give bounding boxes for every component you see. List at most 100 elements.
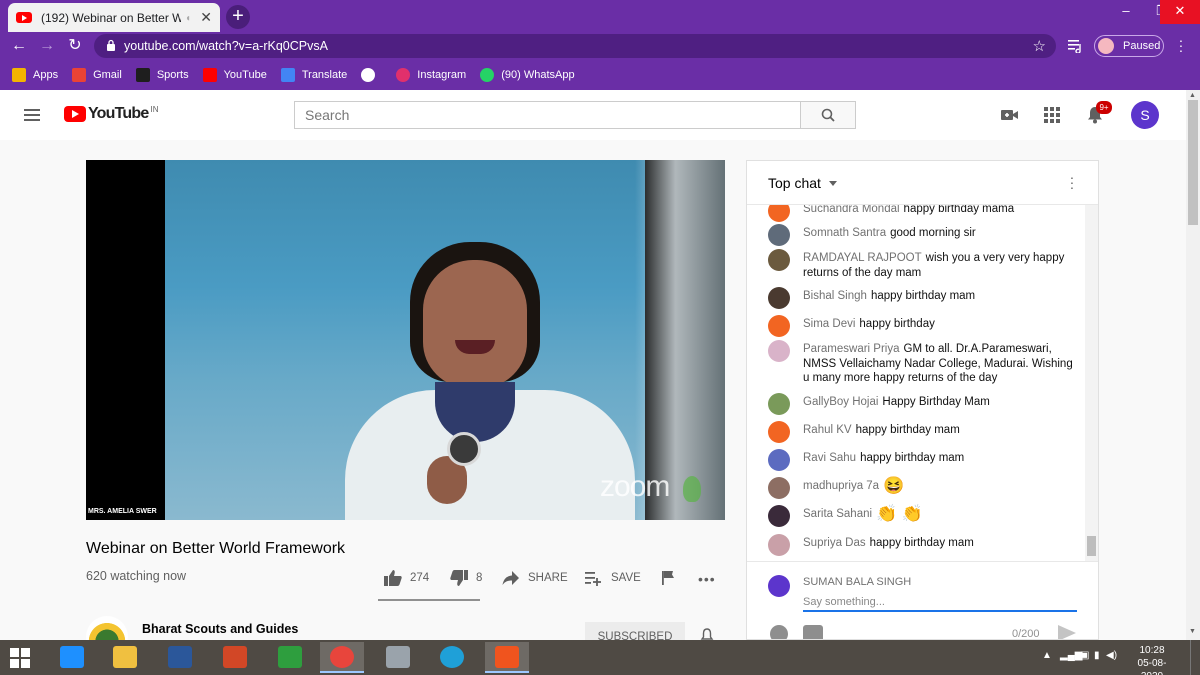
chat-scrollbar-thumb[interactable] [1087,536,1096,556]
scroll-up-icon[interactable]: ▲ [1189,92,1196,99]
chat-author-name[interactable]: Suchandra Mondal [803,205,900,215]
chat-author-avatar[interactable] [768,534,790,556]
taskbar-app[interactable] [50,642,94,673]
create-video-icon[interactable] [1000,105,1020,125]
taskbar-app[interactable] [268,642,312,673]
chat-author-avatar[interactable] [768,205,790,222]
send-icon[interactable] [1058,625,1076,639]
save-label: SAVE [611,572,641,584]
show-desktop-button[interactable] [1190,640,1200,675]
chat-author-avatar[interactable] [768,287,790,309]
chat-message-text: Happy Birthday Mam [882,396,990,408]
chat-author-name[interactable]: Ravi Sahu [803,452,856,464]
taskbar-app[interactable] [103,642,147,673]
tab-close-icon[interactable]: ✕ [200,9,212,26]
chat-author-avatar[interactable] [768,224,790,246]
video-player[interactable]: MRS. AMELIA SWER zoom [86,160,725,520]
emoji-picker-icon[interactable] [770,625,788,639]
page-scrollbar-thumb[interactable] [1188,100,1198,225]
taskbar-app[interactable] [320,642,364,673]
chat-author-name[interactable]: Somnath Santra [803,227,886,239]
report-button[interactable] [660,570,686,586]
system-clock[interactable]: 10:28 05-08-2020 [1127,644,1177,675]
reload-icon[interactable]: ↻ [64,35,86,57]
chat-options-icon[interactable]: · · · [1069,170,1075,194]
profile-paused-button[interactable]: Paused [1094,35,1164,57]
bookmark-youtube[interactable]: YouTube [202,68,267,82]
back-icon[interactable]: ← [8,35,30,57]
chat-author-name[interactable]: Parameswari Priya [803,343,900,355]
windows-start-icon[interactable] [10,648,30,668]
media-queue-icon[interactable] [1068,39,1084,53]
chat-author-name[interactable]: Supriya Das [803,537,866,549]
share-button[interactable]: SHARE [502,570,568,586]
browser-menu-icon[interactable]: · · · [1175,33,1187,57]
tray-app-icon[interactable]: ▣ [1080,650,1089,661]
search-box [294,101,800,129]
bookmark-instagram[interactable]: Instagram [396,68,466,82]
search-button[interactable] [800,101,856,129]
chat-author-avatar[interactable] [768,505,790,527]
chat-input[interactable] [803,593,1077,611]
dropdown-caret-icon[interactable] [829,181,837,186]
super-chat-icon[interactable] [803,625,823,639]
chat-author-avatar[interactable] [768,421,790,443]
chat-author-name[interactable]: Bishal Singh [803,290,867,302]
chat-author-avatar[interactable] [768,477,790,499]
bookmark-star-icon[interactable]: ☆ [1033,37,1046,55]
chat-author-avatar[interactable] [768,315,790,337]
chat-author-name[interactable]: RAMDAYAL RAJPOOT [803,252,922,264]
windows-taskbar: ▲ ▂▄▆ ▣ ▮ ◀) 10:28 05-08-2020 [0,640,1200,675]
bookmark-apps[interactable]: Apps [12,68,58,82]
taskbar-app[interactable] [485,642,529,673]
chat-author-name[interactable]: Sarita Sahani [803,508,872,520]
bookmark-gmail[interactable]: Gmail [72,68,122,82]
chat-author-avatar[interactable] [768,340,790,362]
bookmark-globe[interactable] [361,68,382,82]
chat-composer: SUMAN BALA SINGH 0/200 [747,561,1098,639]
chat-author-name[interactable]: Sima Devi [803,318,855,330]
battery-icon[interactable]: ▮ [1094,650,1100,661]
file-explorer-icon [113,646,137,668]
new-tab-button[interactable]: + [226,5,250,29]
channel-name[interactable]: Bharat Scouts and Guides [142,622,298,636]
forward-icon[interactable]: → [36,35,58,57]
save-button[interactable]: SAVE [585,570,641,586]
chat-author-avatar[interactable] [768,449,790,471]
scout-logo-watermark [683,476,701,502]
chat-scrollbar[interactable] [1085,205,1098,561]
chat-author-avatar[interactable] [768,393,790,415]
volume-icon[interactable]: ◀) [1106,650,1117,661]
tray-overflow-icon[interactable]: ▲ [1042,650,1052,661]
chat-author-name[interactable]: GallyBoy Hojai [803,396,878,408]
account-avatar[interactable]: S [1131,101,1159,129]
chat-author-name[interactable]: madhupriya 7a [803,480,879,492]
chat-author-avatar[interactable] [768,249,790,271]
youtube-logo[interactable]: YouTube IN [64,105,158,123]
minimize-icon[interactable]: – [1108,0,1144,24]
close-window-icon[interactable]: ✕ [1160,0,1200,24]
page-scrollbar[interactable]: ▲ ▼ [1186,90,1200,640]
tab-audio-icon[interactable]: ◖ [185,13,197,24]
taskbar-app[interactable] [430,642,474,673]
address-bar[interactable]: youtube.com/watch?v=a-rKq0CPvsA ☆ [94,34,1056,58]
like-button[interactable]: 274 [384,570,429,586]
taskbar-app[interactable] [213,642,257,673]
dislike-button[interactable]: 8 [450,570,482,586]
bookmark-translate[interactable]: Translate [280,68,347,82]
hamburger-menu-icon[interactable] [24,109,40,121]
taskbar-app[interactable] [376,642,420,673]
whatsapp-icon [480,68,495,82]
search-input[interactable] [295,102,800,128]
live-chat-header: Top chat · · · [747,161,1098,205]
browser-tab[interactable]: (192) Webinar on Better World Framework … [8,3,220,32]
top-chat-selector[interactable]: Top chat [768,175,821,191]
scroll-down-icon[interactable]: ▼ [1189,628,1196,635]
chat-author-name[interactable]: Rahul KV [803,424,852,436]
apps-grid-icon[interactable] [1042,105,1062,125]
taskbar-app[interactable] [158,642,202,673]
more-actions-icon[interactable]: ••• [698,571,716,587]
bookmark-sports[interactable]: Sports [135,68,189,82]
video-frame [165,160,725,520]
bookmark-90-whatsapp[interactable]: (90) WhatsApp [480,68,575,82]
